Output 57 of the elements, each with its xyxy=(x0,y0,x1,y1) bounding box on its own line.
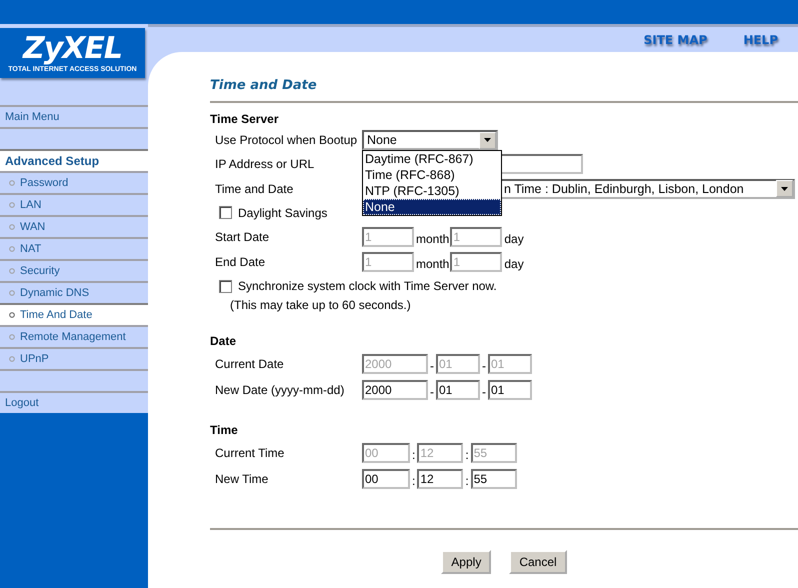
bullet-icon xyxy=(9,202,15,208)
section-heading: Advanced Setup xyxy=(5,154,100,168)
field-label: New Time xyxy=(215,472,270,486)
logout-link[interactable]: Logout xyxy=(5,397,39,409)
bullet-icon xyxy=(9,180,15,186)
time-field[interactable]: 55 xyxy=(470,469,517,489)
unit-label: day xyxy=(504,256,524,270)
bullet-icon xyxy=(9,246,15,252)
field-label: Current Time xyxy=(215,446,286,460)
unit-label: month xyxy=(416,256,450,270)
field-label: IP Address or URL xyxy=(215,156,316,170)
bullet-icon xyxy=(9,290,15,296)
checkbox[interactable] xyxy=(219,206,232,219)
time-field[interactable]: 12 xyxy=(417,469,464,489)
checkbox-label: Synchronize system clock with Time Server now. xyxy=(238,279,497,293)
unit-label: day xyxy=(504,232,524,246)
date-field[interactable]: 01 xyxy=(488,380,532,400)
separator: - xyxy=(482,385,486,399)
separator: : xyxy=(412,474,416,488)
field-label: New Date (yyyy-mm-dd) xyxy=(215,383,346,397)
apply-button[interactable]: Apply xyxy=(441,550,492,574)
section-heading: Date xyxy=(210,334,238,348)
field-label: Use Protocol when Bootup xyxy=(215,133,358,147)
section-heading: Time xyxy=(210,423,239,437)
section-heading: Time Server xyxy=(210,112,280,126)
bullet-icon xyxy=(9,268,15,274)
checkbox-label: Daylight Savings xyxy=(238,206,328,220)
separator: : xyxy=(465,448,469,462)
separator: - xyxy=(430,359,434,373)
field-label: Time and Date xyxy=(215,182,294,196)
bullet-icon xyxy=(9,224,15,230)
checkbox[interactable] xyxy=(219,280,232,292)
bullet-icon xyxy=(9,312,15,318)
date-field[interactable]: 2000 xyxy=(362,380,428,400)
time-field[interactable]: 00 xyxy=(362,469,410,489)
unit-label: month xyxy=(416,232,450,246)
caret-icon xyxy=(781,186,788,190)
field-label: End Date xyxy=(215,254,266,268)
bullet-icon xyxy=(9,334,15,340)
separator: : xyxy=(465,474,469,488)
separator: - xyxy=(482,359,486,373)
separator: - xyxy=(430,385,434,399)
separator: : xyxy=(412,448,416,462)
cancel-button[interactable]: Cancel xyxy=(509,550,567,574)
header-link[interactable]: HELP xyxy=(743,32,778,46)
field-label: Current Date xyxy=(215,357,285,371)
sidebar-item[interactable]: Time And Date xyxy=(0,303,148,325)
page-title: Time and Date xyxy=(210,78,798,103)
field-label: Start Date xyxy=(215,230,270,244)
hint-text: (This may take up to 60 seconds.) xyxy=(229,298,412,314)
bullet-icon xyxy=(9,356,15,362)
dropdown-option[interactable]: None xyxy=(363,199,501,215)
caret-icon xyxy=(484,138,491,142)
date-field[interactable]: 01 xyxy=(436,380,480,400)
logo-wordmark: ZyXEL xyxy=(22,34,122,64)
header-link[interactable]: SITE MAP xyxy=(644,32,708,46)
main-menu-link[interactable]: Main Menu xyxy=(5,111,60,123)
